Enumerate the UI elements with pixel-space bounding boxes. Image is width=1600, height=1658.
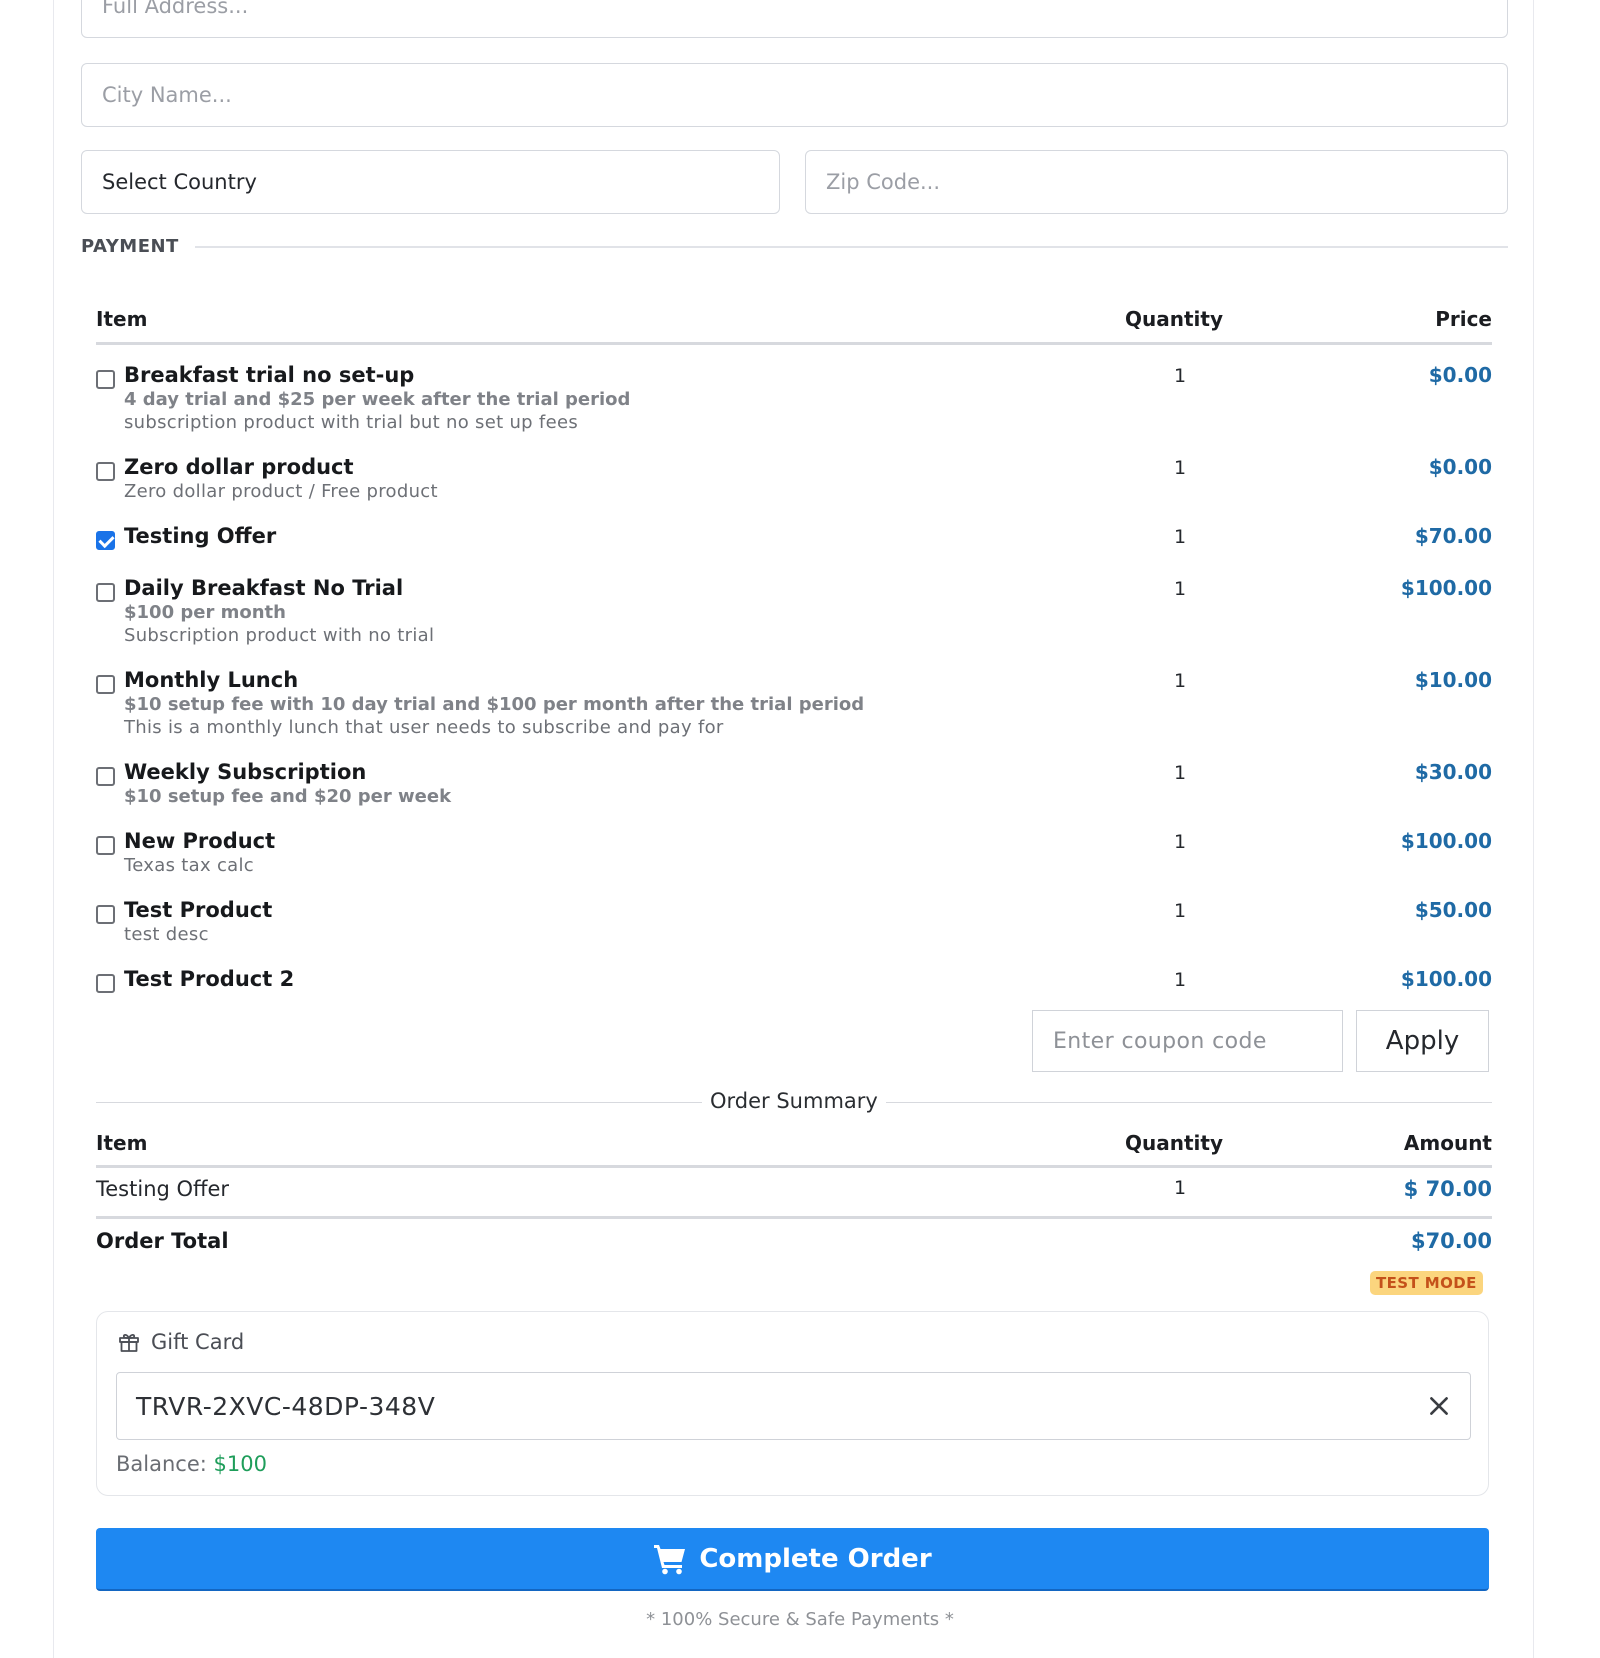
apply-coupon-button[interactable]: Apply	[1356, 1010, 1489, 1072]
section-divider	[194, 245, 1508, 248]
product-row: Zero dollar product Zero dollar product …	[96, 451, 1492, 507]
summary-line-item: Testing Offer	[96, 1177, 230, 1201]
summary-header-quantity: Quantity	[1125, 1131, 1223, 1155]
product-row: Daily Breakfast No Trial $100 per month …	[96, 572, 1492, 652]
city-input[interactable]: City Name...	[81, 63, 1508, 127]
product-name: Testing Offer	[124, 524, 277, 548]
product-checkbox[interactable]	[96, 767, 115, 786]
order-total-row: Order Total $70.00	[96, 1229, 1492, 1269]
gift-card-header: Gift Card	[117, 1330, 244, 1354]
product-quantity: 1	[1173, 762, 1187, 784]
product-quantity: 1	[1173, 365, 1187, 387]
gift-card-panel: Gift Card TRVR-2XVC-48DP-348V Balance: $…	[96, 1311, 1489, 1496]
product-quantity: 1	[1173, 457, 1187, 479]
product-name: New Product	[124, 829, 276, 853]
summary-header-amount: Amount	[1403, 1131, 1492, 1155]
summary-line-quantity: 1	[1173, 1177, 1187, 1199]
product-name: Test Product 2	[124, 967, 295, 991]
product-price: $100.00	[1400, 967, 1492, 991]
product-checkbox[interactable]	[96, 974, 115, 993]
test-mode-badge: TEST MODE	[1370, 1271, 1483, 1295]
product-name: Monthly Lunch	[124, 668, 299, 692]
country-select[interactable]: Select Country	[81, 150, 780, 214]
product-row: Weekly Subscription $10 setup fee and $2…	[96, 756, 1492, 812]
product-price: $50.00	[1414, 898, 1492, 922]
summary-header-rule	[96, 1165, 1492, 1168]
product-price: $100.00	[1400, 829, 1492, 853]
secure-payments-note: * 100% Secure & Safe Payments *	[646, 1609, 954, 1630]
coupon-code-input[interactable]: Enter coupon code	[1032, 1010, 1343, 1072]
product-checkbox[interactable]	[96, 462, 115, 481]
product-quantity: 1	[1173, 831, 1187, 853]
summary-line: Testing Offer 1 $ 70.00	[96, 1177, 1492, 1217]
order-summary-title: Order Summary	[702, 1089, 886, 1113]
gift-card-balance-value: $100	[213, 1452, 267, 1476]
complete-order-button[interactable]: Complete Order	[96, 1528, 1489, 1591]
gift-icon	[119, 1333, 139, 1352]
summary-header-item: Item	[96, 1131, 148, 1155]
close-icon[interactable]	[1426, 1393, 1452, 1419]
gift-card-label: Gift Card	[151, 1330, 245, 1354]
product-row: Test Product test desc 1 $50.00	[96, 894, 1492, 950]
product-name: Breakfast trial no set-up	[124, 363, 415, 387]
product-quantity: 1	[1173, 578, 1187, 600]
product-quantity: 1	[1173, 526, 1187, 548]
order-total-label: Order Total	[96, 1229, 229, 1253]
product-name: Daily Breakfast No Trial	[124, 576, 404, 600]
product-description: subscription product with trial but no s…	[124, 412, 578, 433]
product-row: New Product Texas tax calc 1 $100.00	[96, 825, 1492, 881]
products-header-price: Price	[1435, 307, 1492, 331]
product-price: $0.00	[1428, 363, 1492, 387]
product-quantity: 1	[1173, 670, 1187, 692]
product-row: Testing Offer 1 $70.00	[96, 520, 1492, 556]
product-terms: $10 setup fee with 10 day trial and $100…	[124, 694, 865, 715]
product-quantity: 1	[1173, 969, 1187, 991]
complete-order-label: Complete Order	[699, 1543, 932, 1574]
summary-total-rule	[96, 1216, 1492, 1219]
order-total-value: $70.00	[1410, 1229, 1492, 1253]
product-name: Zero dollar product	[124, 455, 354, 479]
product-row: Monthly Lunch $10 setup fee with 10 day …	[96, 664, 1492, 744]
product-checkbox[interactable]	[96, 836, 115, 855]
product-price: $30.00	[1414, 760, 1492, 784]
full-address-input[interactable]: Full Address...	[81, 0, 1508, 38]
zip-code-input[interactable]: Zip Code...	[805, 150, 1508, 214]
product-checkbox[interactable]	[96, 583, 115, 602]
gift-card-code-input[interactable]: TRVR-2XVC-48DP-348V	[116, 1372, 1471, 1440]
product-price: $100.00	[1400, 576, 1492, 600]
product-description: Zero dollar product / Free product	[124, 481, 438, 502]
products-header-quantity: Quantity	[1125, 307, 1223, 331]
product-checkbox[interactable]	[96, 675, 115, 694]
gift-card-balance: Balance: $100	[116, 1452, 267, 1476]
gift-card-balance-label: Balance:	[116, 1452, 214, 1476]
product-terms: $100 per month	[124, 602, 286, 623]
product-description: This is a monthly lunch that user needs …	[124, 717, 724, 738]
product-price: $0.00	[1428, 455, 1492, 479]
product-description: Subscription product with no trial	[124, 625, 435, 646]
product-row: Test Product 2 1 $100.00	[96, 963, 1492, 999]
product-checkbox[interactable]	[96, 531, 115, 550]
product-checkbox[interactable]	[96, 370, 115, 389]
cart-icon	[654, 1544, 686, 1574]
products-header-rule	[96, 342, 1492, 345]
product-checkbox[interactable]	[96, 905, 115, 924]
product-price: $70.00	[1414, 524, 1492, 548]
payment-section-header: PAYMENT	[81, 236, 1508, 257]
payment-section-label: PAYMENT	[81, 236, 179, 257]
product-name: Test Product	[124, 898, 273, 922]
products-header-item: Item	[96, 307, 148, 331]
product-description: Texas tax calc	[124, 855, 254, 876]
summary-line-amount: $ 70.00	[1403, 1177, 1492, 1201]
product-row: Breakfast trial no set-up 4 day trial an…	[96, 359, 1492, 439]
gift-card-code: TRVR-2XVC-48DP-348V	[136, 1391, 436, 1421]
product-terms: $10 setup fee and $20 per week	[124, 786, 452, 807]
product-quantity: 1	[1173, 900, 1187, 922]
product-terms: 4 day trial and $25 per week after the t…	[124, 389, 631, 410]
product-price: $10.00	[1414, 668, 1492, 692]
product-name: Weekly Subscription	[124, 760, 367, 784]
product-description: test desc	[124, 924, 209, 945]
